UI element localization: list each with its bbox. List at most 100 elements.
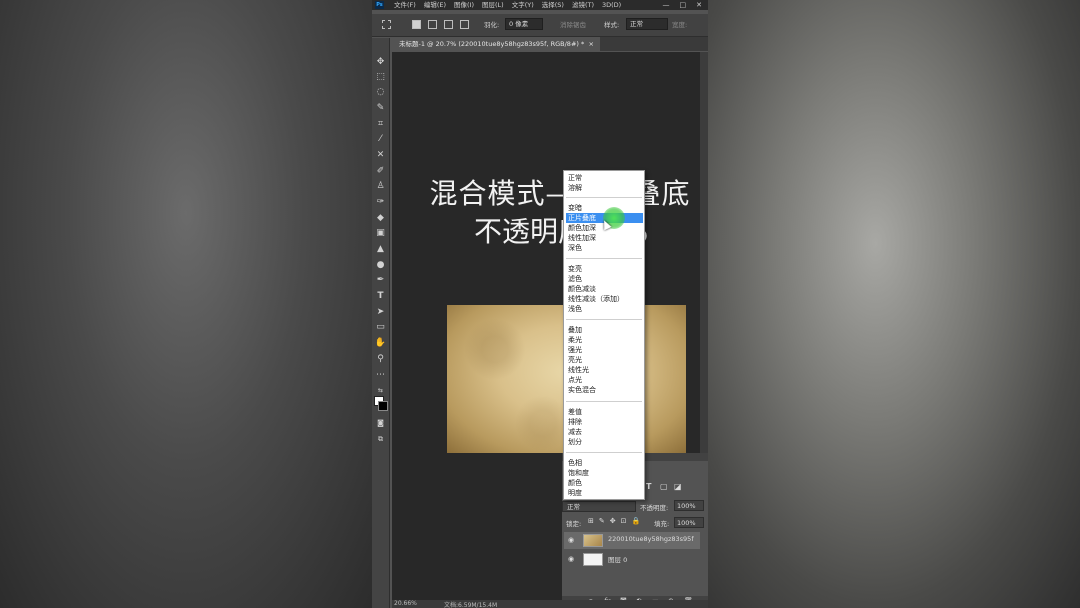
blend-option[interactable]: 强光 (566, 345, 643, 355)
feather-input[interactable]: 0 像素 (505, 18, 543, 30)
zoom-icon[interactable]: ⚲ (374, 353, 387, 365)
visibility-eye-icon[interactable]: ◉ (568, 555, 576, 563)
healing-icon[interactable]: ✕ (374, 149, 387, 161)
path-select-icon[interactable]: ➤ (374, 306, 387, 318)
eyedropper-icon[interactable]: ⁄ (374, 133, 387, 145)
dodge-icon[interactable]: ● (374, 259, 387, 271)
history-brush-icon[interactable]: ✑ (374, 196, 387, 208)
blend-option[interactable]: 点光 (566, 375, 643, 385)
blend-option[interactable]: 滤色 (566, 274, 643, 284)
fill-label: 填充: (654, 520, 670, 528)
menu-filter[interactable]: 滤镜(T) (572, 0, 594, 10)
blend-option[interactable]: 划分 (566, 437, 643, 447)
menu-separator (566, 452, 642, 453)
window-controls: — □ ✕ (663, 0, 703, 10)
menu-bar: Ps 文件(F) 编辑(E) 图像(I) 图层(L) 文字(Y) 选择(S) 滤… (372, 0, 708, 10)
blend-option[interactable]: 叠加 (566, 325, 643, 335)
opacity-input[interactable]: 100% (674, 500, 704, 511)
marquee-tool-icon[interactable] (382, 20, 391, 29)
more-tools-icon[interactable]: ⋯ (374, 369, 387, 381)
filter-type-icon[interactable]: T (646, 482, 651, 491)
blend-option[interactable]: 线性加深 (566, 233, 643, 243)
gradient-icon[interactable]: ▣ (374, 227, 387, 239)
lock-icons[interactable]: ⊞✎✥⊡🔒 (588, 517, 645, 525)
zoom-level[interactable]: 20.66% (394, 600, 417, 607)
blend-option[interactable]: 溶解 (566, 183, 643, 193)
document-tab-bar: 未标题-1 @ 20.7% (220010tue8y58hgz83s95f, R… (392, 37, 708, 51)
antialias-checkbox[interactable]: 消除锯齿 (560, 19, 586, 29)
blend-option[interactable]: 线性减淡（添加） (566, 294, 643, 304)
menu-3d[interactable]: 3D(D) (602, 0, 621, 10)
brush-icon[interactable]: ✐ (374, 165, 387, 177)
layer-row[interactable]: ◉ 图层 0 (564, 551, 694, 568)
blend-option[interactable]: 线性光 (566, 365, 643, 375)
blend-option[interactable]: 色相 (566, 458, 643, 468)
blend-option[interactable]: 颜色减淡 (566, 284, 643, 294)
blend-option[interactable]: 减去 (566, 427, 643, 437)
background-color-swatch[interactable] (378, 401, 388, 411)
layer-name: 图层 0 (608, 556, 628, 564)
layer-row[interactable]: ◉ 220010tue8y58hgz83s95f (564, 532, 700, 549)
fill-input[interactable]: 100% (674, 517, 704, 528)
type-icon[interactable]: T (374, 290, 387, 302)
stamp-icon[interactable]: ♙ (374, 180, 387, 192)
filter-shape-icon[interactable]: ▢ (660, 482, 668, 491)
crop-icon[interactable]: ⌗ (374, 118, 387, 130)
right-blurred-background (708, 0, 1080, 608)
blend-option[interactable]: 排除 (566, 417, 643, 427)
visibility-eye-icon[interactable]: ◉ (568, 536, 576, 544)
menu-select[interactable]: 选择(S) (542, 0, 564, 10)
style-select[interactable]: 正常 (626, 18, 668, 30)
rectangle-icon[interactable]: ▭ (374, 321, 387, 333)
menu-edit[interactable]: 编辑(E) (424, 0, 446, 10)
blend-option[interactable]: 浅色 (566, 304, 643, 314)
screen-mode-icon[interactable]: ⧉ (374, 433, 387, 445)
lock-label: 锁定: (566, 520, 582, 528)
new-selection-icon[interactable] (412, 20, 421, 29)
blend-option[interactable]: 差值 (566, 407, 643, 417)
close-icon[interactable]: ✕ (696, 0, 702, 10)
menu-type[interactable]: 文字(Y) (512, 0, 534, 10)
menu-list: 文件(F) 编辑(E) 图像(I) 图层(L) 文字(Y) 选择(S) 滤镜(T… (394, 0, 629, 10)
blur-icon[interactable]: ▲ (374, 243, 387, 255)
filter-smart-icon[interactable]: ◪ (674, 482, 682, 491)
pen-icon[interactable]: ✒ (374, 274, 387, 286)
minimize-icon[interactable]: — (663, 0, 670, 10)
quick-select-icon[interactable]: ✎ (374, 102, 387, 114)
blend-option[interactable]: 饱和度 (566, 468, 643, 478)
intersect-selection-icon[interactable] (460, 20, 469, 29)
blend-option[interactable]: 变亮 (566, 264, 643, 274)
document-size: 文档:6.59M/15.4M (444, 602, 498, 608)
width-label: 宽度: (672, 21, 688, 29)
menu-image[interactable]: 图像(I) (454, 0, 474, 10)
maximize-icon[interactable]: □ (680, 0, 687, 10)
photoshop-logo: Ps (375, 1, 384, 9)
blend-option[interactable]: 实色混合 (566, 385, 643, 395)
add-selection-icon[interactable] (428, 20, 437, 29)
blend-option[interactable]: 明度 (566, 488, 643, 498)
left-blurred-background (0, 0, 372, 608)
blend-mode-select[interactable]: 正常 (562, 501, 636, 512)
move-tool-icon[interactable]: ✥ (374, 56, 387, 68)
marquee-icon[interactable]: ⬚ (374, 71, 387, 83)
menu-separator (566, 401, 642, 402)
tab-close-icon[interactable]: × (589, 37, 594, 51)
layer-name: 220010tue8y58hgz83s95f (608, 535, 694, 543)
quick-mask-icon[interactable]: ◙ (374, 417, 387, 429)
blend-option[interactable]: 深色 (566, 243, 643, 253)
menu-layer[interactable]: 图层(L) (482, 0, 504, 10)
lasso-icon[interactable]: ◌ (374, 86, 387, 98)
blend-option[interactable]: 亮光 (566, 355, 643, 365)
eraser-icon[interactable]: ◆ (374, 212, 387, 224)
blend-option[interactable]: 颜色 (566, 478, 643, 488)
hand-icon[interactable]: ✋ (374, 337, 387, 349)
subtract-selection-icon[interactable] (444, 20, 453, 29)
blend-option[interactable]: 柔光 (566, 335, 643, 345)
photoshop-window: Ps 文件(F) 编辑(E) 图像(I) 图层(L) 文字(Y) 选择(S) 滤… (372, 0, 708, 608)
feather-label: 羽化: (484, 21, 500, 29)
menu-separator (566, 258, 642, 259)
menu-file[interactable]: 文件(F) (394, 0, 416, 10)
menu-separator (566, 319, 642, 320)
document-tab[interactable]: 未标题-1 @ 20.7% (220010tue8y58hgz83s95f, R… (392, 37, 600, 51)
blend-option[interactable]: 正常 (566, 173, 643, 183)
